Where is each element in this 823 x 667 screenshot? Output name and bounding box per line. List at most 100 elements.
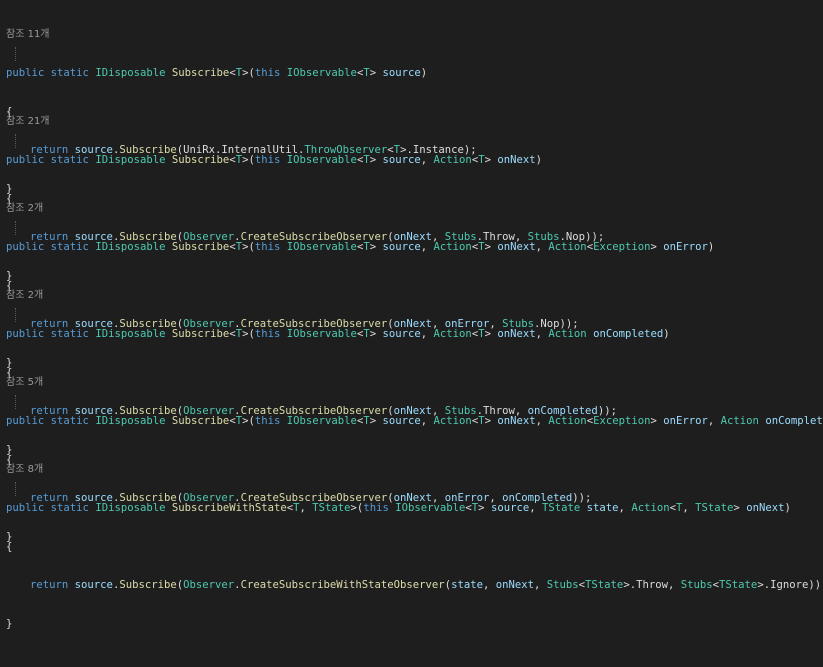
parameter-token: onCompleted — [593, 328, 664, 340]
type-token: Action — [548, 415, 587, 427]
method-signature: public static IDisposable SubscribeWithS… — [6, 501, 823, 516]
method-signature: public static IDisposable Subscribe<T>(t… — [6, 414, 823, 429]
reference-count-lens[interactable]: 참조 21개 — [6, 115, 604, 129]
keyword-token: public — [6, 328, 45, 340]
punctuation-token: > — [733, 502, 747, 514]
punctuation-token: > — [369, 328, 383, 340]
type-token: Exception — [593, 241, 651, 253]
method-block: 참조 8개 public static IDisposable Subscrib… — [6, 439, 823, 667]
method-body-line: return source.Subscribe(Observer.CreateS… — [6, 578, 823, 593]
punctuation-token: > — [484, 154, 498, 166]
punctuation-token: >( — [242, 67, 255, 79]
keyword-token: this — [254, 241, 281, 253]
punctuation-token: , — [420, 328, 434, 340]
keyword-token: this — [254, 415, 281, 427]
close-brace: } — [6, 617, 13, 630]
punctuation-token: , — [682, 502, 696, 514]
parameter-token: onNext — [495, 579, 534, 592]
keyword-token: public — [6, 67, 45, 79]
punctuation-token: , — [535, 328, 549, 340]
punctuation-token: , — [420, 415, 434, 427]
punctuation-token: > — [369, 415, 383, 427]
keyword-token: public — [6, 415, 45, 427]
type-token: Action — [720, 415, 759, 427]
type-token: Action — [433, 241, 472, 253]
punctuation-token: > — [484, 415, 498, 427]
indent-guide — [15, 134, 16, 148]
reference-count-lens[interactable]: 참조 8개 — [6, 463, 823, 477]
parameter-token: source — [382, 241, 421, 253]
parameter-token: onNext — [497, 415, 536, 427]
method-name-token: Subscribe — [171, 328, 230, 340]
punctuation-token: ) — [535, 154, 543, 166]
keyword-token: public — [6, 502, 45, 514]
indent-guide — [15, 395, 16, 409]
type-token: IDisposable — [95, 154, 166, 166]
punctuation-token: >( — [242, 415, 255, 427]
type-token: IDisposable — [95, 415, 166, 427]
punctuation-token: ) — [707, 241, 715, 253]
type-token: TState — [585, 579, 624, 592]
punctuation-token: > — [369, 67, 383, 79]
keyword-token: static — [50, 415, 89, 427]
type-token: Action — [548, 241, 587, 253]
type-token: Action — [433, 415, 472, 427]
keyword-token: static — [50, 502, 89, 514]
type-token: IObservable — [395, 502, 466, 514]
punctuation-token: , — [707, 415, 721, 427]
parameter-token: onNext — [497, 241, 536, 253]
reference-count-lens[interactable]: 참조 2개 — [6, 289, 670, 303]
punctuation-token: ) — [663, 328, 670, 340]
type-token: IObservable — [286, 328, 357, 340]
type-token: IDisposable — [95, 67, 166, 79]
punctuation-token: > — [369, 154, 383, 166]
punctuation-token: > — [484, 328, 498, 340]
parameter-token: onNext — [746, 502, 785, 514]
parameter-token: source — [490, 502, 530, 514]
type-token: Action — [433, 154, 472, 166]
open-brace: { — [6, 540, 13, 553]
indent-guide — [15, 221, 16, 235]
punctuation-token: >. — [757, 579, 771, 592]
parameter-token: state — [451, 579, 483, 592]
punctuation-token: , — [667, 579, 681, 592]
code-editor[interactable]: 참조 11개 public static IDisposable Subscri… — [0, 0, 823, 630]
parameter-token: source — [382, 154, 421, 166]
reference-count-lens[interactable]: 참조 11개 — [6, 28, 477, 42]
punctuation-token: , — [535, 241, 549, 253]
type-token: TState — [719, 579, 758, 592]
reference-count-lens[interactable]: 참조 5개 — [6, 376, 823, 390]
parameter-token: onCompleted — [765, 415, 823, 427]
keyword-token: static — [50, 154, 89, 166]
type-token: IObservable — [286, 241, 357, 253]
method-signature: public static IDisposable Subscribe<T>(t… — [6, 153, 604, 168]
parameter-token: source — [382, 415, 421, 427]
parameter-token: source — [382, 67, 421, 79]
type-token: Action — [631, 502, 670, 514]
punctuation-token: ) — [420, 67, 428, 79]
punctuation-token: >. — [623, 579, 637, 592]
punctuation-token: , — [618, 502, 632, 514]
punctuation-token: , — [482, 579, 496, 592]
type-token: IObservable — [286, 67, 357, 79]
punctuation-token: , — [534, 579, 547, 592]
type-token: IObservable — [286, 415, 357, 427]
punctuation-token: ) — [784, 502, 791, 514]
keyword-token: public — [6, 154, 45, 166]
parameter-token: onNext — [497, 154, 536, 166]
type-token: TState — [312, 502, 351, 514]
method-name-token: Subscribe — [171, 67, 230, 79]
method-name-token: Subscribe — [171, 241, 230, 253]
reference-count-lens[interactable]: 참조 2개 — [6, 202, 714, 216]
keyword-token: public — [6, 241, 45, 253]
indent-guide — [15, 482, 16, 496]
type-token: IDisposable — [95, 502, 166, 514]
identifier-token: Throw — [636, 579, 668, 592]
type-token: Action — [433, 328, 472, 340]
method-name-token: Subscribe — [171, 154, 230, 166]
punctuation-token: > — [650, 241, 664, 253]
parameter-token: onError — [663, 241, 708, 253]
method-name-token: Subscribe — [171, 415, 230, 427]
keyword-token: return — [30, 579, 69, 592]
punctuation-token: , — [535, 415, 549, 427]
